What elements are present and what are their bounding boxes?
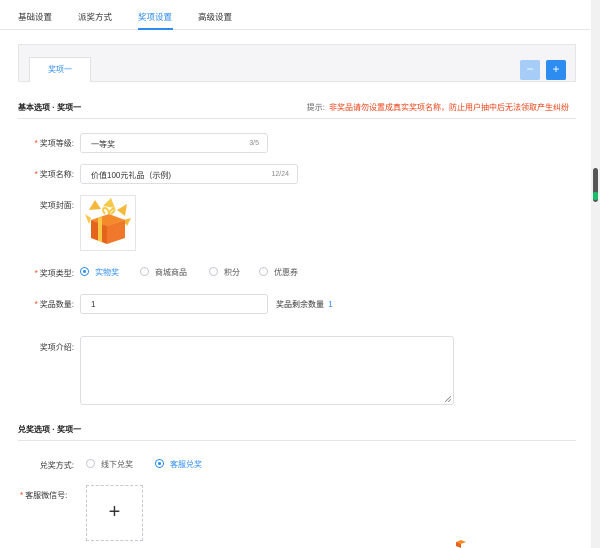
gift-box-icon xyxy=(456,540,466,548)
plus-icon: + xyxy=(108,501,121,523)
prize-tab-bar: 奖项一 − + xyxy=(18,44,576,82)
redeem-section-title: 兑奖选项 · 奖项一 xyxy=(18,425,82,434)
radio-service-redeem-dot xyxy=(155,459,164,468)
plus-icon: + xyxy=(552,62,560,76)
prize-tab-1[interactable]: 奖项一 xyxy=(29,57,91,82)
radio-offline-redeem-dot xyxy=(86,459,95,468)
cover-image[interactable] xyxy=(80,195,136,251)
cover-label: 奖项封面: xyxy=(39,201,74,210)
remaining-quantity-value: 1 xyxy=(328,300,333,309)
add-prize-button[interactable]: + xyxy=(546,60,566,80)
radio-points-dot xyxy=(209,267,218,276)
prize-name-count: 12/24 xyxy=(271,171,289,178)
tip-message: 提示: 非奖品请勿设置成真实奖项名称，防止用户抽中后无法领取产生纠纷 xyxy=(307,102,569,113)
wechat-label: * 客服微信号: xyxy=(20,491,68,500)
tab-advanced-settings[interactable]: 高级设置 xyxy=(198,11,232,23)
tab-basic-settings[interactable]: 基础设置 xyxy=(18,11,52,23)
section-divider xyxy=(18,118,576,119)
quantity-value: 1 xyxy=(91,300,96,309)
remaining-quantity: 奖品剩余数量 1 xyxy=(276,300,333,309)
wechat-qr-upload[interactable]: + xyxy=(86,485,143,541)
intro-label: 奖项介绍: xyxy=(39,343,74,352)
redeem-method-label: 兑奖方式: xyxy=(39,461,74,470)
prize-intro-textarea[interactable] xyxy=(80,336,454,405)
remove-prize-button[interactable]: − xyxy=(520,60,540,80)
prize-name-input[interactable]: 价值100元礼品（示例) 12/24 xyxy=(80,164,298,184)
prize-level-count: 3/5 xyxy=(249,140,259,147)
tab-prize-settings[interactable]: 奖项设置 xyxy=(138,11,172,23)
prize-level-input[interactable]: 一等奖 3/5 xyxy=(80,133,268,153)
active-tab-indicator xyxy=(138,28,173,30)
prize-name-value: 价值100元礼品（示例) xyxy=(91,171,172,180)
tip-text: 非奖品请勿设置成真实奖项名称，防止用户抽中后无法领取产生纠纷 xyxy=(329,103,569,112)
quantity-label: * 奖品数量: xyxy=(34,300,74,309)
page-scrollbar[interactable] xyxy=(591,0,600,548)
top-tabs: 基础设置 派奖方式 奖项设置 高级设置 xyxy=(0,0,590,30)
quantity-input[interactable]: 1 xyxy=(80,294,268,314)
resize-handle-icon[interactable] xyxy=(445,396,451,402)
section-divider xyxy=(18,440,576,441)
tip-label: 提示: xyxy=(306,103,325,112)
radio-coupon-dot xyxy=(259,267,268,276)
minus-icon: − xyxy=(526,62,534,76)
basic-section-title: 基本选项 · 奖项一 xyxy=(18,103,82,112)
gift-box-icon xyxy=(85,198,131,244)
radio-physical-dot xyxy=(80,267,89,276)
scrollbar-thumb-accent xyxy=(593,192,598,200)
name-label: * 奖项名称: xyxy=(34,170,74,179)
type-label: * 奖项类型: xyxy=(34,269,74,278)
prize-level-value: 一等奖 xyxy=(91,140,115,149)
level-label: * 奖项等级: xyxy=(34,139,74,148)
tab-award-method[interactable]: 派奖方式 xyxy=(78,11,112,23)
radio-mall-product-dot xyxy=(140,267,149,276)
